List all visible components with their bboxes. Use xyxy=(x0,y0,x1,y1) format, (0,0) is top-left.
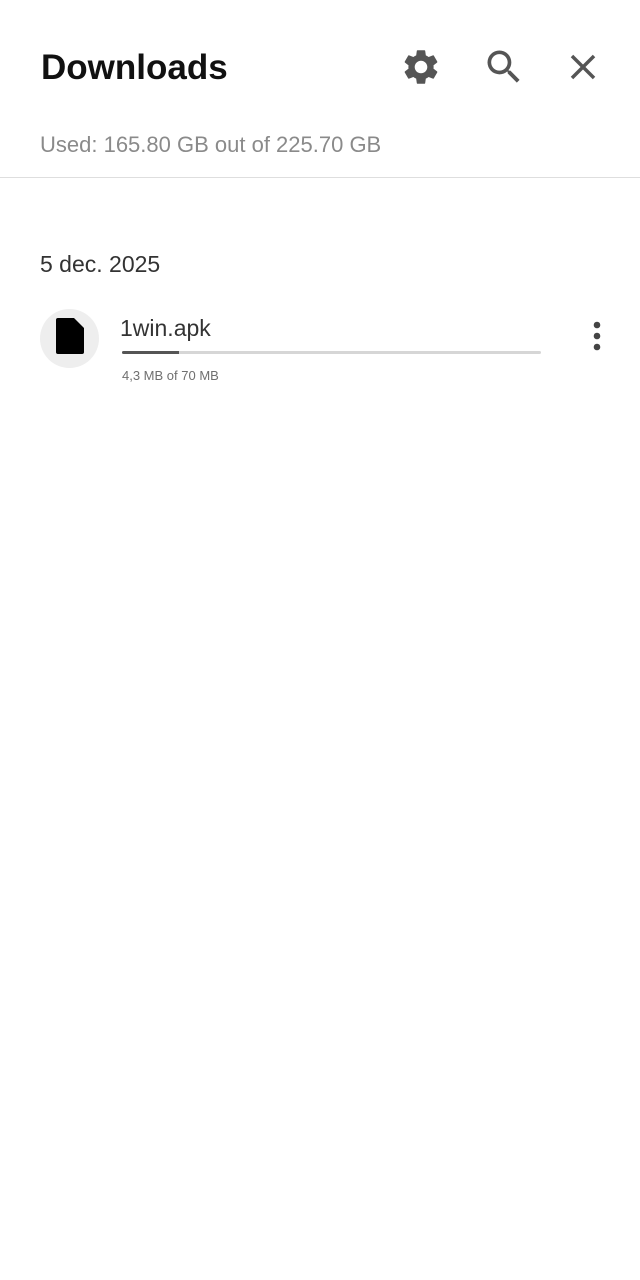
file-name: 1win.apk xyxy=(120,315,211,341)
gear-icon xyxy=(400,46,442,93)
close-icon xyxy=(562,46,604,93)
divider xyxy=(0,177,640,178)
file-avatar xyxy=(40,309,99,368)
close-button[interactable] xyxy=(555,41,611,97)
app-bar: Downloads xyxy=(0,0,640,120)
download-size-text: 4,3 MB of 70 MB xyxy=(122,368,219,383)
file-icon xyxy=(55,318,84,359)
more-options-button[interactable] xyxy=(573,314,621,362)
download-item[interactable]: 1win.apk 4,3 MB of 70 MB xyxy=(0,300,640,396)
storage-usage-text: Used: 165.80 GB out of 225.70 GB xyxy=(40,132,382,157)
search-button[interactable] xyxy=(476,41,532,97)
download-progress-fill xyxy=(122,351,179,354)
page-title: Downloads xyxy=(41,48,228,87)
settings-button[interactable] xyxy=(393,41,449,97)
downloads-screen: Downloads Used: 165.80 GB out of 225.70 … xyxy=(0,0,640,1280)
more-vert-icon xyxy=(592,321,602,356)
search-icon xyxy=(482,45,526,94)
date-group-header: 5 dec. 2025 xyxy=(40,251,161,277)
download-progress-bar xyxy=(122,351,541,354)
